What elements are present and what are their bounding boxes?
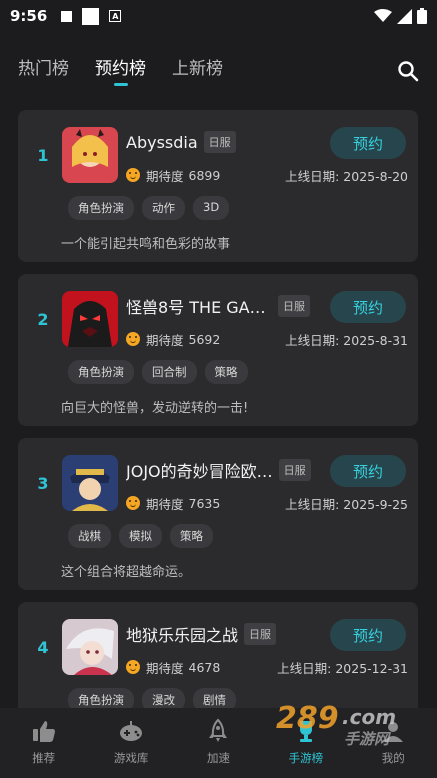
game-thumbnail[interactable]: [62, 127, 118, 183]
trophy-icon: [299, 721, 312, 742]
status-bar: 9:56 A: [0, 0, 437, 32]
expectation-smile-icon: [126, 332, 140, 346]
game-description: 一个能引起共鸣和色彩的故事: [61, 237, 231, 252]
release-date: 上线日期: 2025-12-31: [277, 660, 408, 676]
rank-number: 4: [37, 638, 49, 657]
profile-icon: [383, 722, 404, 742]
reserve-button[interactable]: 预约: [330, 291, 406, 323]
notification-square-icon: [82, 7, 100, 25]
tab-new[interactable]: 上新榜: [172, 50, 223, 90]
server-badge: 日服: [203, 131, 236, 153]
expectation-smile-icon: [126, 168, 140, 182]
expectation-label: 期待度: [146, 332, 184, 348]
genre-tag[interactable]: 动作: [142, 196, 185, 220]
reserve-button[interactable]: 预约: [330, 127, 406, 159]
expectation-value: 5692: [188, 331, 221, 347]
game-thumbnail[interactable]: [62, 455, 118, 511]
rank-number: 2: [37, 310, 49, 329]
release-date: 上线日期: 2025-9-25: [285, 496, 408, 512]
expectation-value: 4678: [188, 659, 221, 675]
game-description: 这个组合将超越命运。: [61, 565, 192, 580]
genre-tag[interactable]: 策略: [170, 524, 213, 548]
nav-label: 推荐: [32, 751, 56, 765]
notification-a-icon: A: [109, 10, 122, 22]
nav-game-library[interactable]: 游戏库: [91, 718, 171, 766]
tab-hot[interactable]: 热门榜: [18, 50, 69, 90]
search-icon[interactable]: [397, 60, 419, 82]
game-title[interactable]: JOJO的奇妙冒险欧…: [126, 458, 273, 482]
reserve-button[interactable]: 预约: [330, 455, 406, 487]
signal-icon: [397, 8, 412, 24]
game-list: 1 Abyssdia 日服 预约 期待度 6899 上线日期: 2025-8-2…: [18, 110, 418, 766]
expectation-smile-icon: [126, 496, 140, 510]
release-date: 上线日期: 2025-8-20: [285, 168, 408, 184]
game-thumbnail-image: [62, 455, 118, 511]
expectation-label: 期待度: [146, 168, 184, 184]
game-thumbnail[interactable]: [62, 619, 118, 675]
nav-label: 游戏库: [113, 751, 149, 765]
rank-tabs: 热门榜 预约榜 上新榜: [0, 50, 437, 94]
game-description: 向巨大的怪兽，发动逆转的一击!: [61, 401, 249, 416]
status-time: 9:56: [10, 7, 48, 25]
game-thumbnail[interactable]: [62, 291, 118, 347]
genre-tag[interactable]: 角色扮演: [68, 360, 134, 384]
expectation-label: 期待度: [146, 496, 184, 512]
rank-number: 1: [37, 146, 49, 165]
nav-profile[interactable]: 我的: [353, 718, 433, 766]
tab-reserve[interactable]: 预约榜: [95, 50, 146, 90]
nav-label: 我的: [381, 751, 405, 765]
rocket-icon: [209, 718, 228, 742]
expectation-smile-icon: [126, 660, 140, 674]
game-card[interactable]: 1 Abyssdia 日服 预约 期待度 6899 上线日期: 2025-8-2…: [18, 110, 418, 262]
expectation-label: 期待度: [146, 660, 184, 676]
server-badge: 日服: [278, 295, 310, 317]
wifi-icon: [374, 9, 392, 22]
genre-tag[interactable]: 模拟: [119, 524, 162, 548]
genre-tag[interactable]: 战棋: [68, 524, 111, 548]
game-thumbnail-image: [62, 619, 118, 675]
genre-tag[interactable]: 策略: [204, 360, 248, 384]
nav-label: 加速: [206, 751, 230, 765]
tag-list: 角色扮演 动作 3D: [68, 196, 230, 220]
game-thumbnail-image: [62, 291, 118, 347]
genre-tag[interactable]: 回合制: [142, 360, 197, 384]
nav-mobile-ranking[interactable]: 手游榜: [266, 718, 346, 766]
game-title[interactable]: 地狱乐乐园之战: [126, 622, 238, 646]
genre-tag[interactable]: 3D: [193, 196, 230, 220]
release-date: 上线日期: 2025-8-31: [285, 332, 408, 348]
tag-list: 角色扮演 回合制 策略: [68, 360, 248, 384]
game-title[interactable]: Abyssdia: [126, 133, 198, 152]
rank-number: 3: [37, 474, 49, 493]
notification-square-icon: [61, 10, 73, 22]
nav-label: 手游榜: [288, 751, 324, 765]
nav-recommend[interactable]: 推荐: [4, 718, 84, 766]
reserve-button[interactable]: 预约: [330, 619, 406, 651]
battery-icon: [417, 8, 427, 24]
gamepad-icon: [120, 721, 143, 741]
tag-list: 战棋 模拟 策略: [68, 524, 213, 548]
server-badge: 日服: [278, 459, 311, 481]
server-badge: 日服: [244, 623, 277, 645]
game-card[interactable]: 2 怪兽8号 THE GAME 日服 预约 期待度 5692 上线日期: 202…: [18, 274, 418, 426]
nav-accelerate[interactable]: 加速: [178, 718, 258, 766]
game-title[interactable]: 怪兽8号 THE GAME: [126, 294, 272, 318]
expectation-value: 6899: [188, 167, 221, 183]
game-thumbnail-image: [62, 127, 118, 183]
genre-tag[interactable]: 角色扮演: [68, 196, 134, 220]
expectation-value: 7635: [188, 495, 221, 511]
thumbs-up-icon: [32, 721, 55, 742]
bottom-navigation: 推荐 游戏库 加速 手游榜 我的: [0, 708, 437, 778]
game-card[interactable]: 3 JOJO的奇妙冒险欧… 日服 预约 期待度 7635 上线日期: 2025-…: [18, 438, 418, 590]
